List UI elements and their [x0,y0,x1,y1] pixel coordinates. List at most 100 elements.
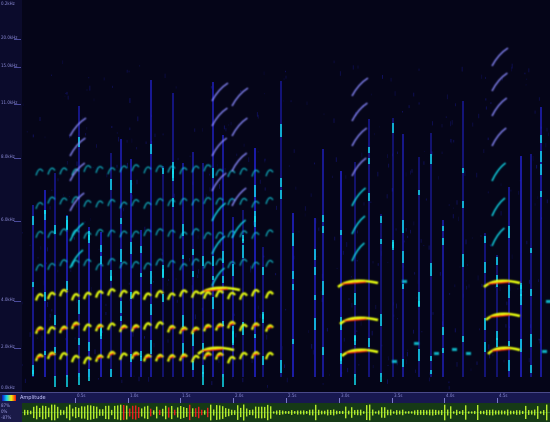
noise-speck [136,147,138,150]
waveform-bar [372,409,374,416]
noise-speck [536,164,538,169]
noise-speck [331,175,333,178]
burst-column-highlight [418,190,420,195]
noise-speck [456,200,458,205]
spectrogram-canvas[interactable] [22,0,550,392]
noise-speck [136,179,138,185]
spectrogram-view[interactable] [22,0,550,392]
waveform-bar [516,410,518,415]
waveform-bar [201,409,203,416]
freq-tick [14,104,21,105]
noise-speck [70,269,72,272]
burst-column-highlight [314,249,316,260]
noise-speck [402,111,403,113]
burst-column-highlight [140,351,142,357]
burst-column-highlight [530,248,532,253]
noise-speck [454,328,456,333]
waveform-bar [507,409,509,416]
burst-column-highlight [292,339,294,344]
noise-speck [51,308,53,312]
time-label: 0.5s [77,393,86,398]
noise-speck [517,288,519,290]
burst-column-highlight [150,340,152,354]
waveform-bar [162,408,164,417]
waveform-bar [477,405,479,420]
noise-speck [465,239,467,245]
noise-speck [91,287,92,292]
waveform-bar [57,406,59,419]
burst-column-highlight [442,226,444,231]
waveform-canvas[interactable] [22,403,550,422]
waveform-bar [168,407,170,418]
burst-column-highlight [130,180,132,193]
waveform-bar [255,406,257,419]
burst-column-highlight [192,271,194,277]
noise-speck [377,171,379,177]
burst-column-highlight [380,216,382,223]
time-label: 4.5s [499,393,508,398]
burst-column-highlight [280,124,282,137]
colormap-icon[interactable] [2,395,16,401]
noise-speck [98,359,100,362]
waveform-bar [27,410,29,415]
call-pip [392,360,397,363]
noise-speck [494,285,496,289]
noise-speck [293,149,295,153]
waveform-bar [105,405,107,419]
waveform-view[interactable] [22,403,550,422]
noise-speck [370,201,372,203]
noise-speck [511,254,513,259]
noise-speck [418,102,420,105]
burst-column-highlight [442,327,444,335]
noise-speck [194,314,196,320]
noise-speck [404,356,406,358]
call-pip [402,280,407,283]
waveform-bar [111,409,113,416]
noise-speck [450,138,452,143]
burst-column [172,93,174,377]
noise-speck [456,362,458,367]
noise-speck [86,127,88,130]
burst-column-highlight [530,365,532,373]
noise-speck [451,120,453,125]
noise-speck [250,265,252,271]
noise-speck [445,116,447,118]
waveform-bar [135,405,137,420]
waveform-bar [84,406,86,419]
noise-speck [264,159,266,163]
noise-speck [106,173,108,178]
amplitude-scale-mid: 0% [1,409,8,414]
waveform-bar [153,410,155,415]
waveform-bar [465,405,467,420]
burst-column-highlight [182,255,184,259]
burst-column-highlight [430,356,432,361]
burst-column-highlight [402,220,404,233]
waveform-bar [357,409,359,416]
waveform-bar [93,406,95,419]
noise-speck [356,260,358,262]
noise-speck [333,118,335,123]
noise-speck [223,125,225,130]
noise-speck [102,330,103,333]
burst-column-highlight [380,314,382,326]
waveform-bar [519,410,521,415]
noise-speck [189,258,190,262]
noise-speck [175,278,177,280]
noise-speck [387,356,389,358]
noise-speck [370,93,372,96]
noise-speck [506,301,508,306]
burst-column-highlight [540,164,542,175]
noise-speck [358,364,360,366]
noise-speck [492,353,494,357]
waveform-bar [318,409,320,416]
time-ruler[interactable]: 0.5s 1.0s 1.5s 2.0s 2.5s 3.0s 3.5s 4.0s 4.5s [22,393,550,403]
noise-speck [346,242,348,247]
burst-column-highlight [202,256,204,266]
waveform-bar [219,405,221,420]
noise-speck [168,279,170,281]
noise-speck [57,269,59,273]
noise-speck [448,386,450,390]
noise-speck [357,65,359,69]
freq-tick [14,301,21,302]
time-label: 1.0s [130,393,139,398]
